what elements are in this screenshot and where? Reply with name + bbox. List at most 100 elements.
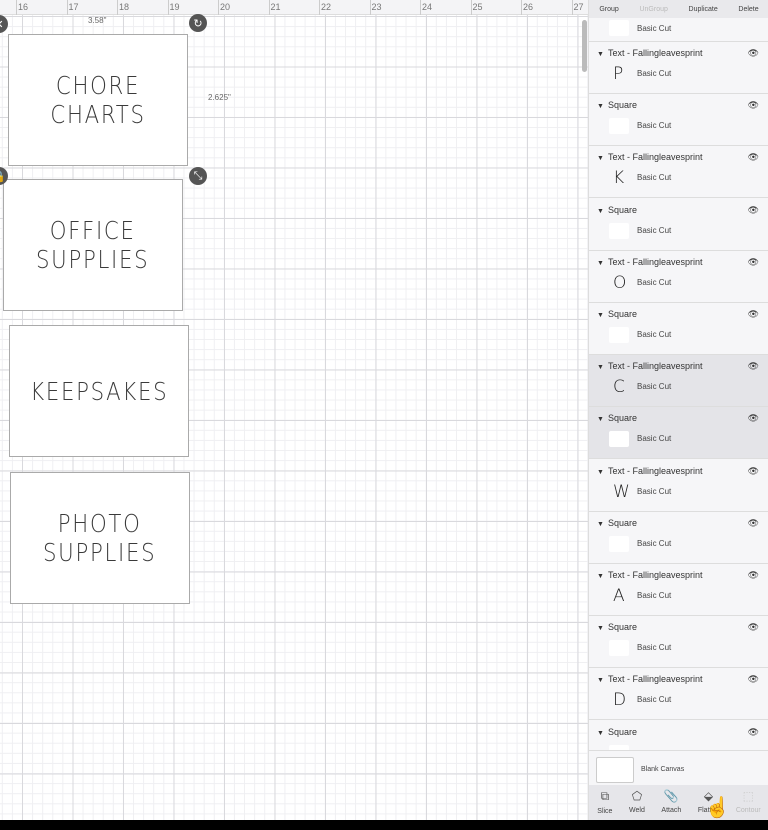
caret-down-icon[interactable]: ▼	[597, 208, 604, 215]
layer-name[interactable]: ▼ Text - Fallingleavesprint	[597, 48, 702, 58]
card-photo-supplies[interactable]: PHOTO SUPPLIES	[10, 472, 190, 604]
eye-icon[interactable]: 👁	[748, 622, 759, 633]
caret-down-icon[interactable]: ▼	[597, 521, 604, 528]
duplicate-button[interactable]: Duplicate	[689, 6, 718, 13]
layer-item[interactable]: ▼ Square 👁 Basic Cut	[589, 94, 768, 147]
caret-down-icon[interactable]: ▼	[597, 677, 604, 684]
horizontal-ruler: 16 17 18 19 20 21 22 23 24 25 26 27	[0, 0, 588, 15]
layer-item[interactable]: ▼ Text - Fallingleavesprint 👁 O Basic Cut	[589, 250, 768, 303]
caret-down-icon[interactable]: ▼	[597, 730, 604, 737]
layer-name[interactable]: ▼ Square	[597, 727, 637, 737]
layer-thumbnail: W	[613, 481, 630, 502]
layer-item[interactable]: ▼ Text - Fallingleavesprint 👁 C Basic Cut	[589, 355, 768, 408]
layer-name[interactable]: ▼ Text - Fallingleavesprint	[597, 152, 702, 162]
layer-name[interactable]: ▼ Text - Fallingleavesprint	[597, 674, 702, 684]
eye-icon[interactable]: 👁	[748, 518, 759, 529]
caret-down-icon[interactable]: ▼	[597, 625, 604, 632]
delete-handle-icon[interactable]: ✕	[0, 15, 8, 33]
eye-icon[interactable]: 👁	[748, 152, 759, 163]
layer-item[interactable]: ▼ Square 👁 Basic Cut	[589, 198, 768, 251]
attach-icon: 📎	[663, 789, 679, 803]
slice-button[interactable]: ⧉ Slice	[597, 785, 612, 820]
layer-name[interactable]: ▼ Text - Fallingleavesprint	[597, 361, 702, 371]
layer-item[interactable]: ▼ Text - Fallingleavesprint 👁 P Basic Cut	[589, 42, 768, 94]
caret-down-icon[interactable]: ▼	[597, 416, 604, 423]
layer-item[interactable]: ▼ Text - Fallingleavesprint 👁 D Basic Cut	[589, 668, 768, 721]
layer-item[interactable]: ▼ Text - Fallingleavesprint 👁 K Basic Cut	[589, 146, 768, 199]
layer-cut-type: Basic Cut	[637, 173, 672, 183]
layer-name[interactable]: ▼ Text - Fallingleavesprint	[597, 570, 702, 580]
caret-down-icon[interactable]: ▼	[597, 312, 604, 319]
caret-down-icon[interactable]: ▼	[597, 469, 604, 476]
layer-item[interactable]: ▼ Text - Fallingleavesprint 👁 W Basic Cut	[589, 459, 768, 512]
layer-item[interactable]: ▼ Square 👁 Basic Cut	[589, 303, 768, 355]
eye-icon[interactable]: 👁	[748, 205, 759, 216]
layer-cut-type: Basic Cut	[637, 330, 672, 339]
ruler-tick-label: 24	[422, 2, 433, 12]
design-canvas[interactable]: 16 17 18 19 20 21 22 23 24 25 26 27 3.58" 2.625" CH…	[0, 0, 588, 820]
blank-canvas-row[interactable]: Blank Canvas	[589, 750, 768, 785]
tool-label: Weld	[629, 807, 645, 814]
layer-thumbnail: A	[613, 586, 625, 606]
eye-icon[interactable]: 👁	[748, 361, 759, 372]
layers-scrollbar[interactable]	[582, 20, 587, 72]
caret-down-icon[interactable]: ▼	[597, 364, 604, 371]
eye-icon[interactable]: 👁	[748, 413, 759, 424]
delete-button[interactable]: Delete	[738, 6, 758, 13]
layer-item[interactable]: ▼ Square 👁 Basic Cut	[589, 407, 768, 460]
eye-icon[interactable]: 👁	[748, 674, 759, 685]
slice-icon: ⧉	[600, 789, 610, 803]
layer-item[interactable]: ▼ Square 👁 Basic Cut	[589, 616, 768, 669]
weld-button[interactable]: ⬠ Weld	[629, 785, 645, 820]
eye-icon[interactable]: 👁	[748, 48, 759, 59]
layer-thumbnail: O	[613, 272, 627, 293]
card-keepsakes[interactable]: KEEPSAKES	[9, 325, 189, 457]
contour-button[interactable]: ⬚ Contour	[736, 785, 761, 820]
layer-thumbnail: K	[613, 168, 625, 189]
caret-down-icon[interactable]: ▼	[597, 155, 604, 162]
width-dimension: 3.58"	[88, 16, 107, 25]
ruler-tick-line	[319, 0, 320, 15]
rotate-handle-icon[interactable]: ↻	[189, 14, 207, 32]
eye-icon[interactable]: 👁	[748, 727, 759, 738]
eye-icon[interactable]: 👁	[748, 100, 759, 111]
caret-down-icon[interactable]: ▼	[597, 260, 604, 267]
layer-name[interactable]: ▼ Text - Fallingleavesprint	[597, 466, 702, 476]
layer-name[interactable]: ▼ Text - Fallingleavesprint	[597, 257, 702, 267]
card-chore-charts[interactable]: CHORE CHARTS	[8, 34, 188, 166]
caret-down-icon[interactable]: ▼	[597, 103, 604, 110]
hand-cursor-icon: ☝	[705, 797, 730, 819]
card-text: KEEPSAKES	[29, 376, 169, 406]
layer-name[interactable]: ▼ Square	[597, 622, 637, 632]
attach-button[interactable]: 📎 Attach	[661, 785, 681, 820]
ruler-tick-line	[521, 0, 522, 15]
layer-item[interactable]: ▼ Text - Fallingleavesprint 👁 A Basic Cut	[589, 564, 768, 616]
layer-cut-type: Basic Cut	[637, 121, 672, 131]
ungroup-button[interactable]: UnGroup	[639, 6, 667, 13]
resize-handle-icon[interactable]: ⤡	[189, 167, 207, 185]
group-button[interactable]: Group	[599, 6, 618, 13]
layer-name[interactable]: ▼ Square	[597, 100, 637, 110]
card-text: CHORE CHARTS	[50, 71, 146, 129]
eye-icon[interactable]: 👁	[748, 570, 759, 581]
layer-item[interactable]: ▼ Square 👁 Basic Cut	[589, 511, 768, 564]
canvas-color-swatch[interactable]	[596, 757, 634, 783]
layer-name[interactable]: ▼ Square	[597, 205, 637, 215]
layer-thumbnail	[609, 327, 629, 343]
eye-icon[interactable]: 👁	[748, 466, 759, 477]
eye-icon[interactable]: 👁	[748, 309, 759, 320]
layer-name[interactable]: ▼ Square	[597, 413, 637, 423]
layer-partial[interactable]: Basic Cut	[589, 18, 768, 42]
caret-down-icon[interactable]: ▼	[597, 51, 604, 58]
blank-canvas-label: Blank Canvas	[641, 766, 685, 773]
caret-down-icon[interactable]: ▼	[597, 573, 604, 580]
contour-icon: ⬚	[742, 789, 754, 803]
eye-icon[interactable]: 👁	[748, 257, 759, 268]
layer-name[interactable]: ▼ Square	[597, 309, 637, 319]
tool-label: Contour	[735, 807, 761, 814]
card-office-supplies[interactable]: OFFICE SUPPLIES	[3, 179, 183, 311]
layers-toolbar: Group UnGroup Duplicate Delete	[589, 0, 768, 18]
layer-name-text: Text - Fallingleavesprint	[607, 570, 703, 580]
layer-thumbnail	[609, 118, 629, 135]
layer-name[interactable]: ▼ Square	[597, 518, 637, 528]
